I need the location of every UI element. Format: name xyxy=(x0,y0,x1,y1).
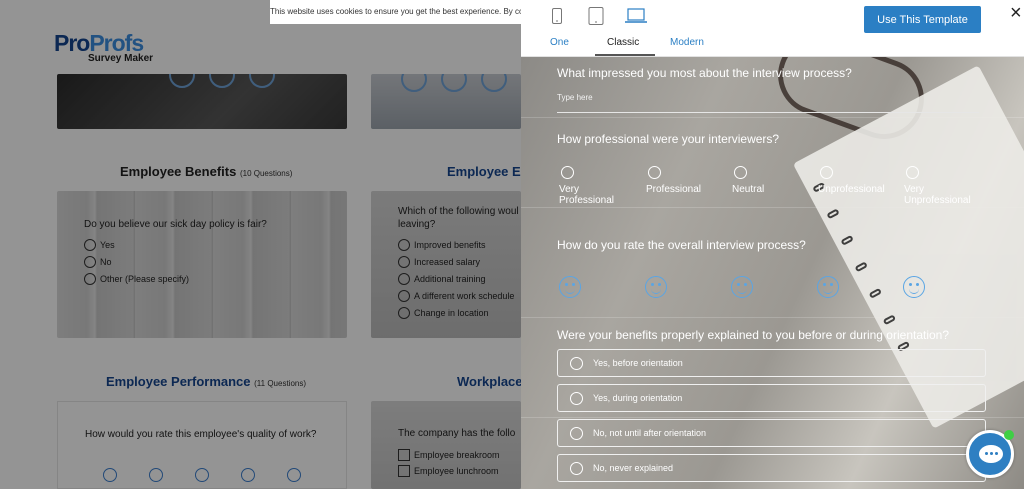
tab-modern[interactable]: Modern xyxy=(670,37,704,48)
tab-one[interactable]: One xyxy=(550,37,569,48)
question-3: How do you rate the overall interview pr… xyxy=(557,238,806,252)
close-icon[interactable]: × xyxy=(1010,2,1022,25)
modal-overlay[interactable] xyxy=(0,0,270,24)
question-1: What impressed you most about the interv… xyxy=(557,66,852,80)
active-tab-indicator xyxy=(595,54,655,56)
option-professional[interactable]: Professional xyxy=(646,166,701,195)
smiley-rating-icon[interactable] xyxy=(903,276,925,298)
survey-preview: What impressed you most about the interv… xyxy=(521,57,1024,489)
chat-icon xyxy=(979,445,1003,463)
chat-dots-icon xyxy=(985,452,988,455)
template-preview-panel: One Classic Modern Use This Template × W… xyxy=(521,0,1024,489)
tablet-icon[interactable] xyxy=(585,7,607,25)
option-box[interactable]: Yes, during orientation xyxy=(557,384,986,412)
option-box[interactable]: No, not until after orientation xyxy=(557,419,986,447)
tab-classic[interactable]: Classic xyxy=(607,37,639,48)
online-status-dot xyxy=(1004,430,1014,440)
answer-text-input[interactable]: Type here xyxy=(557,93,979,113)
phone-icon[interactable] xyxy=(546,8,568,24)
preview-toolbar: One Classic Modern Use This Template × xyxy=(521,0,1024,57)
option-very-professional[interactable]: Very Professional xyxy=(559,166,614,206)
smiley-rating-icon[interactable] xyxy=(731,276,753,298)
use-template-button[interactable]: Use This Template xyxy=(864,6,981,33)
question-4: Were your benefits properly explained to… xyxy=(557,328,950,342)
option-unprofessional[interactable]: Unprofessional xyxy=(818,166,885,195)
smiley-rating-icon[interactable] xyxy=(559,276,581,298)
option-box[interactable]: Yes, before orientation xyxy=(557,349,986,377)
modal-overlay[interactable] xyxy=(0,24,521,489)
smiley-rating-icon[interactable] xyxy=(645,276,667,298)
question-2: How professional were your interviewers? xyxy=(557,132,780,146)
option-very-unprofessional[interactable]: Very Unprofessional xyxy=(904,166,971,206)
option-neutral[interactable]: Neutral xyxy=(732,166,764,195)
smiley-rating-icon[interactable] xyxy=(817,276,839,298)
laptop-icon[interactable] xyxy=(624,8,648,24)
option-box[interactable]: No, never explained xyxy=(557,454,986,482)
